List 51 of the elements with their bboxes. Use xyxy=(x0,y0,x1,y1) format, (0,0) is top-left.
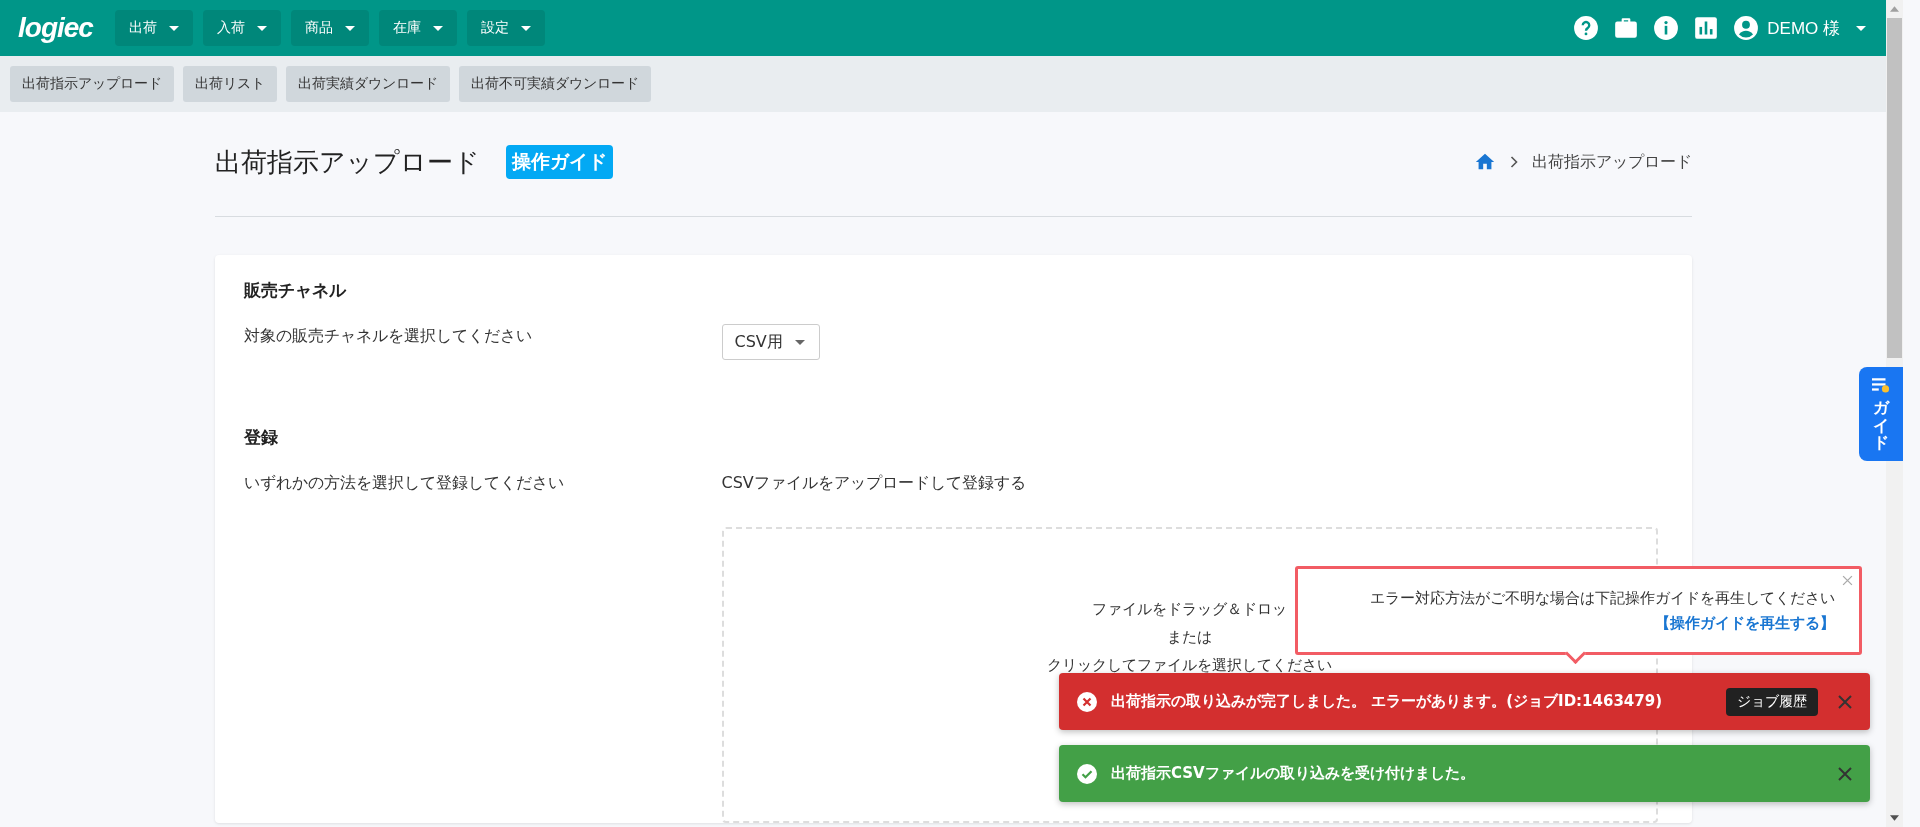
drop-text: クリックしてファイルを選択してください xyxy=(1047,656,1332,674)
user-menu-button[interactable]: DEMO 様 xyxy=(1733,15,1866,41)
close-icon[interactable] xyxy=(1842,575,1853,586)
caret-icon xyxy=(256,25,267,31)
menu-button[interactable]: 出荷 xyxy=(114,10,193,46)
briefcase-icon[interactable] xyxy=(1613,15,1640,41)
scroll-up-icon[interactable] xyxy=(1890,6,1899,12)
caret-icon xyxy=(1856,25,1866,31)
menu-button[interactable]: 商品 xyxy=(290,10,369,46)
drop-text: ファイルをドラッグ＆ドロッ xyxy=(1092,600,1287,618)
caret-icon xyxy=(168,25,179,31)
channel-select[interactable]: CSV用 xyxy=(721,324,820,360)
subnav-button[interactable]: 出荷リスト xyxy=(183,66,277,102)
subnav-button[interactable]: 出荷不可実績ダウンロード xyxy=(459,66,651,102)
info-icon[interactable] xyxy=(1653,15,1680,41)
page-title: 出荷指示アップロード xyxy=(214,145,480,179)
caret-icon xyxy=(432,25,443,31)
close-icon[interactable] xyxy=(1838,766,1852,781)
drop-text: または xyxy=(1167,628,1212,646)
subnav-button[interactable]: 出荷指示アップロード xyxy=(10,66,174,102)
upload-caption: CSVファイルをアップロードして登録する xyxy=(721,472,1027,494)
job-history-button[interactable]: ジョブ履歴 xyxy=(1726,687,1818,716)
logo[interactable]: logiec xyxy=(18,12,93,44)
list-icon xyxy=(1872,377,1890,393)
menu-button[interactable]: 在庫 xyxy=(378,10,457,46)
guide-side-tab[interactable]: ガイド xyxy=(1859,367,1903,461)
toast-message: 出荷指示の取り込みが完了しました。 エラーがあります。(ジョブID:1463479) xyxy=(1111,692,1663,711)
help-icon[interactable] xyxy=(1573,15,1600,41)
menu-button[interactable]: 設定 xyxy=(466,10,545,46)
menu-button[interactable]: 入荷 xyxy=(202,10,281,46)
subnav-button[interactable]: 出荷実績ダウンロード xyxy=(286,66,450,102)
error-icon xyxy=(1077,691,1097,712)
scrollbar-thumb[interactable] xyxy=(1887,18,1902,358)
play-guide-link[interactable]: 【操作ガイドを再生する】 xyxy=(1655,614,1835,633)
check-icon xyxy=(1077,763,1097,784)
scroll-down-icon[interactable] xyxy=(1890,815,1899,821)
account-icon xyxy=(1733,15,1760,41)
guide-button[interactable]: 操作ガイド xyxy=(505,145,613,179)
breadcrumb-item: 出荷指示アップロード xyxy=(1531,151,1692,173)
caret-icon xyxy=(344,25,355,31)
field-label: 対象の販売チャネルを選択してください xyxy=(243,325,533,347)
caret-icon xyxy=(520,25,531,31)
bar-chart-icon[interactable] xyxy=(1693,15,1720,41)
chevron-icon xyxy=(1509,156,1518,168)
section-heading: 販売チャネル xyxy=(243,279,347,302)
caret-icon xyxy=(794,339,805,345)
close-icon[interactable] xyxy=(1838,694,1852,709)
tooltip-message: エラー対応方法がご不明な場合は下記操作ガイドを再生してください xyxy=(1370,589,1835,608)
section-heading: 登録 xyxy=(243,426,279,449)
field-label: いずれかの方法を選択して登録してください xyxy=(243,472,565,494)
toast-message: 出荷指示CSVファイルの取り込みを受け付けました。 xyxy=(1111,764,1475,783)
